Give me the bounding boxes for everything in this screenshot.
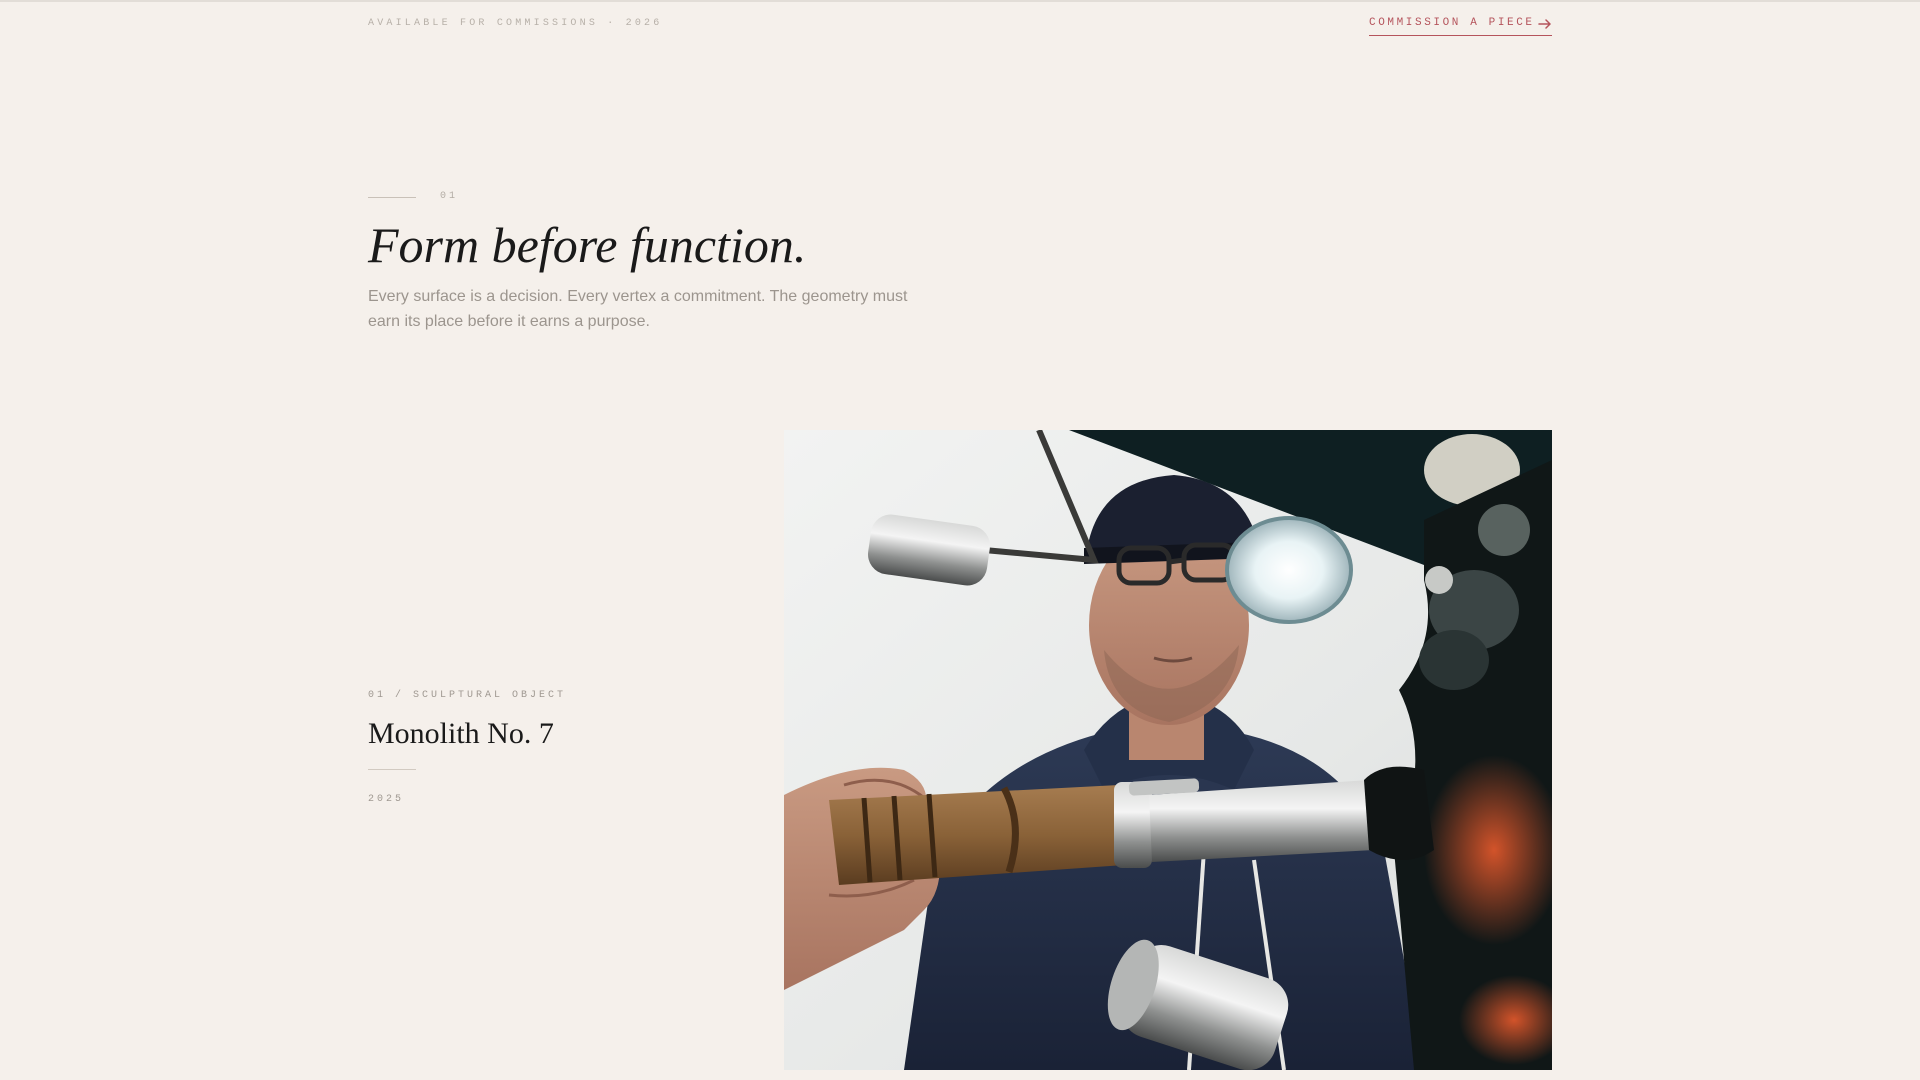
top-border — [0, 0, 1920, 2]
work-divider — [368, 769, 416, 770]
work-category-label: 01 / SCULPTURAL OBJECT — [368, 690, 567, 701]
work-title[interactable]: Monolith No. 7 — [368, 714, 554, 754]
craftsman-photo-illustration — [784, 430, 1552, 1070]
arrow-right-icon — [1538, 19, 1551, 29]
page-headline: Form before function. — [368, 217, 807, 273]
work-photo[interactable] — [784, 430, 1552, 1070]
commission-button-label: COMMISSION A PIECE — [1369, 17, 1535, 29]
section-divider — [368, 197, 416, 198]
availability-note: AVAILABLE FOR COMMISSIONS · 2026 — [368, 18, 663, 29]
intro-paragraph: Every surface is a decision. Every verte… — [368, 288, 908, 330]
section-number: 01 — [440, 191, 459, 202]
work-year: 2025 — [368, 794, 405, 805]
commission-button[interactable]: COMMISSION A PIECE — [1369, 17, 1552, 36]
